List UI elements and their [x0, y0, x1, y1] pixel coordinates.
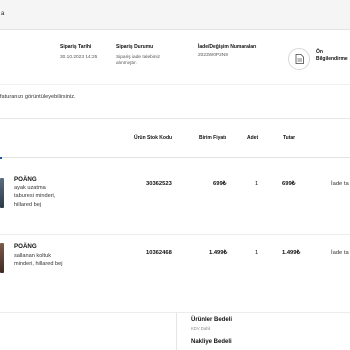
vat-included-note: KDV Dahil [191, 326, 211, 331]
order-summary: Sipariş Tarihi 30.10.2023 14:25 Sipariş … [0, 30, 350, 84]
table-top-border [0, 118, 350, 119]
product-description: sallanan koltuk minderi, hillared bej [14, 252, 82, 269]
divider [0, 84, 350, 85]
order-date-field: Sipariş Tarihi 30.10.2023 14:25 [60, 44, 97, 61]
unit-price: 699₺ [213, 181, 227, 187]
row-total: 1.499₺ [282, 250, 301, 256]
order-status-line-2: alınmıştır. [116, 61, 137, 66]
return-numbers-field: İade/Değişim Numaraları 2023W0P2N9 [198, 44, 256, 59]
info-label-line-2: Bilgilendirme [316, 56, 348, 62]
table-row: POÄNG sallanan koltuk minderi, hillared … [0, 235, 350, 297]
document-icon [295, 54, 304, 64]
product-description-line: taburesi minderi, [14, 193, 56, 200]
unit-price: 1.499₺ [209, 250, 228, 256]
table-row: POÄNG ayak uzatma taburesi minderi, hill… [0, 158, 350, 234]
return-request-link[interactable]: İade ta [331, 250, 349, 256]
order-status-value: Sipariş iade talebiniz alınmıştır. [116, 55, 160, 67]
header-total: Tutar [283, 135, 296, 141]
return-request-link[interactable]: İade ta [331, 181, 349, 187]
header-quantity: Adet [247, 135, 259, 141]
stock-code: 30362523 [146, 181, 172, 187]
quantity: 1 [255, 250, 259, 256]
product-description-line: minderi, hillared bej [14, 261, 63, 268]
return-numbers-value: 2023W0P2N9 [198, 53, 228, 58]
header-unit-price: Birim Fiyatı [199, 135, 227, 141]
product-description-line: hillared bej [14, 201, 42, 208]
top-bar: a [0, 0, 350, 30]
header-stock-code: Ürün Stok Kodu [134, 135, 173, 141]
info-label-field[interactable]: Ön Bilgilendirme [316, 49, 348, 63]
totals-divider [0, 312, 350, 313]
totals-vertical-divider [176, 313, 177, 350]
product-name: POÄNG [14, 176, 37, 183]
product-thumbnail [0, 243, 4, 273]
product-thumbnail [0, 178, 4, 208]
info-document-button[interactable] [288, 48, 310, 70]
product-description: ayak uzatma taburesi minderi, hillared b… [14, 184, 82, 209]
invoice-note: faturanızı görüntüleyebilirsiniz. [0, 94, 76, 100]
products-total-label: Ürünler Bedeli [191, 317, 233, 323]
top-bar-text-fragment: a [1, 11, 5, 17]
order-status-label: Sipariş Durumu [116, 44, 154, 50]
order-date-label: Sipariş Tarihi [60, 44, 92, 50]
stock-code: 10362468 [146, 250, 172, 256]
row-total: 699₺ [282, 181, 296, 187]
info-label-line-1: Ön [316, 49, 323, 55]
return-numbers-label: İade/Değişim Numaraları [198, 44, 257, 50]
product-description-line: ayak uzatma [14, 185, 46, 191]
quantity: 1 [255, 181, 259, 187]
shipping-cost-label: Nakliye Bedeli [191, 339, 232, 345]
product-name: POÄNG [14, 243, 37, 250]
order-date-value: 30.10.2023 14:25 [60, 55, 98, 60]
order-status-field: Sipariş Durumu Sipariş iade talebiniz al… [116, 44, 160, 67]
product-description-line: sallanan koltuk [14, 253, 52, 259]
